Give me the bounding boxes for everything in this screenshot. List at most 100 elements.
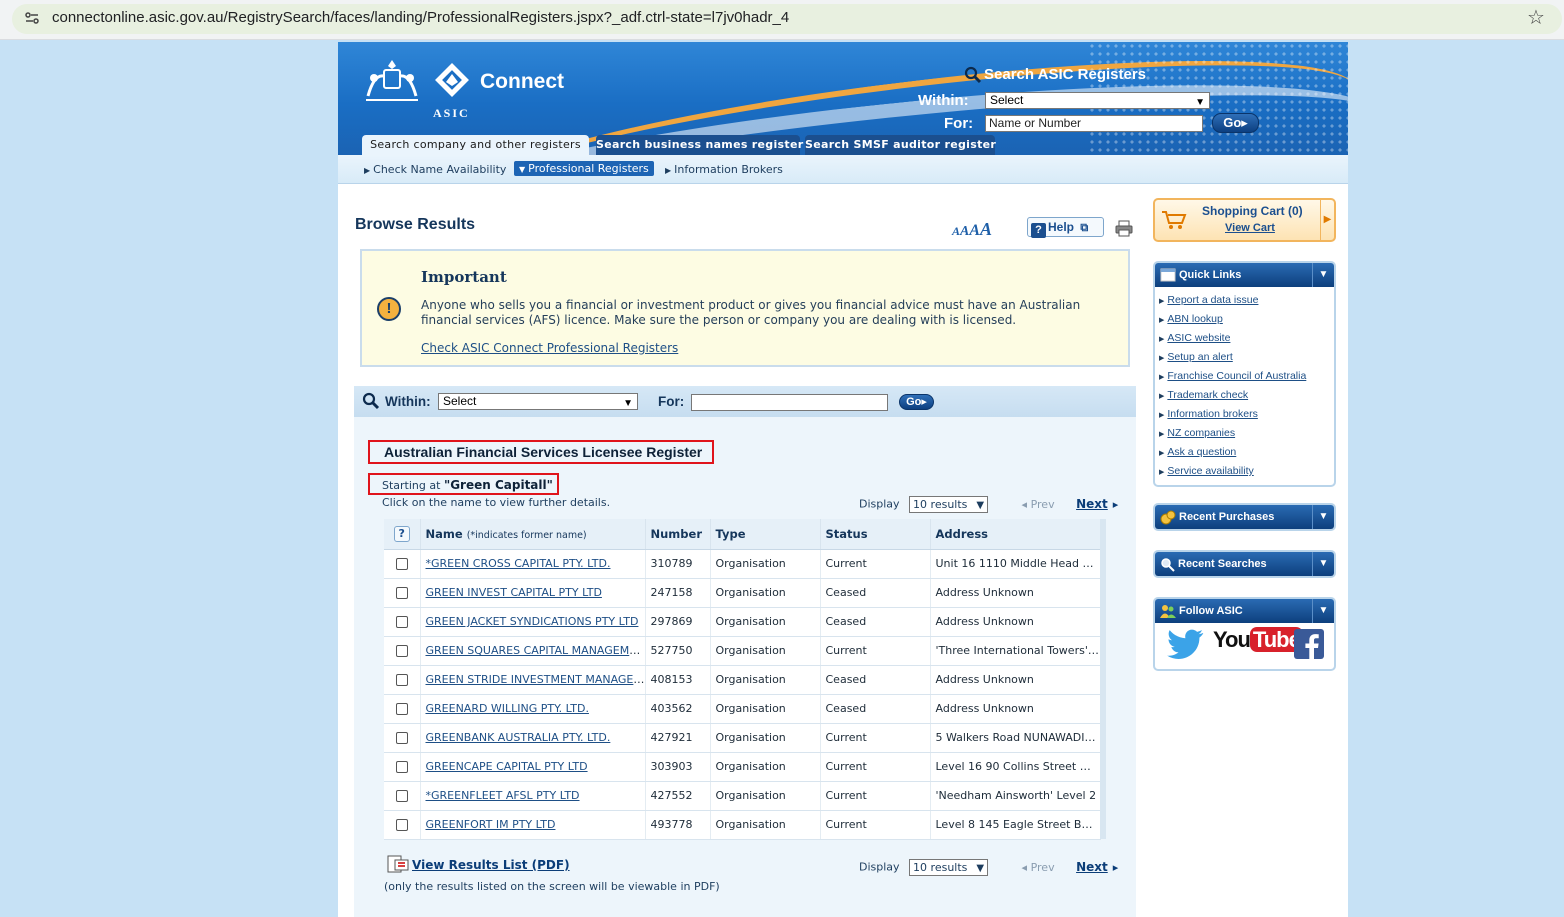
recent-searches-header[interactable]: Recent Searches ▼: [1155, 552, 1334, 576]
licensee-name-link[interactable]: GREENBANK AUSTRALIA PTY. LTD.: [426, 731, 611, 744]
licensee-name-link[interactable]: GREEN INVEST CAPITAL PTY LTD: [426, 586, 602, 599]
quick-link[interactable]: Ask a question: [1167, 446, 1236, 458]
header-search-title: Search ASIC Registers: [964, 66, 1146, 84]
subnav-label: Professional Registers: [528, 162, 649, 175]
header-within-select[interactable]: Select ▼: [985, 92, 1210, 109]
prev-link[interactable]: ◂ Prev: [1022, 498, 1055, 511]
name-cell: *GREENFLEET AFSL PTY LTD: [420, 781, 646, 811]
next-link[interactable]: Next: [1076, 860, 1108, 874]
prev-link[interactable]: ◂ Prev: [1022, 861, 1055, 874]
quick-link[interactable]: Report a data issue: [1167, 294, 1258, 306]
row-checkbox[interactable]: [395, 761, 408, 773]
table-row: GREEN STRIDE INVESTMENT MANAGEMENT PTY L…: [384, 665, 1101, 695]
licensee-name-link[interactable]: *GREENFLEET AFSL PTY LTD: [426, 789, 580, 802]
help-button[interactable]: ? Help ⧉: [1027, 217, 1104, 238]
subnav-professional-registers[interactable]: ▼ Professional Registers: [514, 161, 654, 176]
recent-searches-panel: Recent Searches ▼: [1153, 550, 1336, 578]
font-size-medium-icon[interactable]: A: [960, 224, 969, 239]
quick-link[interactable]: Setup an alert: [1167, 351, 1232, 363]
quick-link[interactable]: ABN lookup: [1167, 313, 1222, 325]
quick-links-header[interactable]: Quick Links ▼: [1155, 263, 1334, 287]
row-checkbox-cell: [384, 810, 421, 840]
name-cell: *GREEN CROSS CAPITAL PTY. LTD.: [420, 549, 646, 579]
facebook-icon[interactable]: [1294, 629, 1324, 659]
print-icon[interactable]: [1115, 219, 1133, 237]
triangle-right-icon: ▶: [1159, 336, 1165, 343]
row-checkbox[interactable]: [395, 819, 408, 831]
table-scrollbar[interactable]: [1100, 519, 1106, 839]
url-text[interactable]: connectonline.asic.gov.au/RegistrySearch…: [52, 9, 789, 26]
triangle-right-icon[interactable]: ▶: [1320, 200, 1334, 240]
font-size-large-icon[interactable]: A: [969, 222, 980, 239]
row-checkbox[interactable]: [395, 645, 408, 657]
triangle-right-icon: ▸: [1112, 497, 1119, 511]
quick-link[interactable]: ASIC website: [1167, 332, 1230, 344]
recent-searches-title: Recent Searches: [1178, 558, 1267, 570]
font-size-small-icon[interactable]: A: [952, 224, 960, 238]
go-button[interactable]: Go▸: [899, 394, 934, 410]
bookmark-star-icon[interactable]: ☆: [1527, 7, 1545, 29]
row-checkbox[interactable]: [395, 732, 408, 744]
row-checkbox[interactable]: [395, 616, 408, 628]
licensee-name-link[interactable]: GREENARD WILLING PTY. LTD.: [426, 702, 589, 715]
recent-purchases-header[interactable]: Recent Purchases ▼: [1155, 505, 1334, 529]
tab-business-names[interactable]: Search business names register: [596, 135, 803, 155]
subnav-check-name-availability[interactable]: ▶ Check Name Availability: [364, 163, 506, 176]
licensee-name-link[interactable]: *GREEN CROSS CAPITAL PTY. LTD.: [426, 557, 611, 570]
header-go-button[interactable]: Go▸: [1212, 113, 1259, 133]
chevron-down-icon[interactable]: ▼: [1312, 599, 1334, 623]
table-row: GREEN SQUARES CAPITAL MANAGEMENT PTY LTD…: [384, 636, 1101, 666]
help-question-icon[interactable]: ?: [393, 525, 410, 542]
table-header-row: ? Name (*indicates former name) Number T…: [384, 519, 1101, 550]
subnav-information-brokers[interactable]: ▶ Information Brokers: [665, 163, 783, 176]
row-checkbox-cell: [384, 578, 421, 608]
licensee-name-link[interactable]: GREEN SQUARES CAPITAL MANAGEMENT PTY LTD: [426, 644, 645, 657]
chevron-down-icon[interactable]: ▼: [1312, 552, 1334, 576]
quick-link[interactable]: Service availability: [1167, 465, 1253, 477]
quick-link[interactable]: Franchise Council of Australia: [1167, 370, 1306, 382]
results-per-page-select[interactable]: 10 results ▼: [909, 496, 989, 513]
quick-link[interactable]: NZ companies: [1167, 427, 1235, 439]
row-checkbox[interactable]: [395, 703, 408, 715]
twitter-icon[interactable]: [1167, 629, 1205, 661]
pdf-results-link[interactable]: View Results List (PDF): [386, 854, 570, 874]
licensee-name-link[interactable]: GREENCAPE CAPITAL PTY LTD: [426, 760, 588, 773]
row-checkbox[interactable]: [395, 587, 408, 599]
quick-links-title: Quick Links: [1179, 269, 1242, 281]
quick-link[interactable]: Information brokers: [1167, 408, 1257, 420]
licensee-name-link[interactable]: GREEN STRIDE INVESTMENT MANAGEMENT PTY L…: [426, 673, 645, 686]
important-notice: Important ! Anyone who sells you a finan…: [360, 249, 1130, 367]
row-checkbox[interactable]: [395, 674, 408, 686]
view-results-pdf-link[interactable]: View Results List (PDF): [412, 858, 570, 872]
view-cart-link[interactable]: View Cart: [1225, 222, 1275, 234]
tab-company-registers[interactable]: Search company and other registers: [362, 135, 589, 155]
licensee-name-link[interactable]: GREEN JACKET SYNDICATIONS PTY LTD: [426, 615, 639, 628]
within-select[interactable]: Select ▼: [438, 393, 638, 410]
status-cell: Ceased: [820, 607, 931, 637]
youtube-icon[interactable]: You Tube: [1213, 627, 1303, 653]
tab-smsf-auditor[interactable]: Search SMSF auditor register: [805, 135, 996, 155]
header-for-input[interactable]: Name or Number: [985, 115, 1203, 132]
display-label: Display: [859, 497, 900, 511]
follow-asic-header[interactable]: Follow ASIC ▼: [1155, 599, 1334, 623]
column-name-note: (*indicates former name): [466, 529, 587, 541]
for-input[interactable]: [691, 394, 888, 411]
site-settings-icon[interactable]: [24, 10, 40, 26]
chevron-down-icon[interactable]: ▼: [1312, 505, 1334, 529]
list-item: ▶ Setup an alert: [1159, 348, 1334, 367]
chevron-down-icon[interactable]: ▼: [1312, 263, 1334, 287]
licensee-name-link[interactable]: GREENFORT IM PTY LTD: [426, 818, 556, 831]
list-item: ▶ ABN lookup: [1159, 310, 1334, 329]
quick-link[interactable]: Trademark check: [1167, 389, 1248, 401]
check-professional-registers-link[interactable]: Check ASIC Connect Professional Register…: [421, 341, 678, 355]
column-help[interactable]: ?: [384, 519, 421, 550]
shopping-cart[interactable]: Shopping Cart (0) View Cart ▶: [1153, 198, 1336, 242]
font-size-xlarge-icon[interactable]: A: [980, 219, 992, 239]
coins-icon: [1160, 510, 1176, 525]
results-per-page-select[interactable]: 10 results ▼: [909, 859, 989, 876]
next-label: Next: [1076, 859, 1108, 874]
font-size-controls[interactable]: AAAA: [952, 219, 992, 240]
next-link[interactable]: Next: [1076, 497, 1108, 511]
row-checkbox[interactable]: [395, 790, 408, 802]
row-checkbox[interactable]: [395, 558, 408, 570]
